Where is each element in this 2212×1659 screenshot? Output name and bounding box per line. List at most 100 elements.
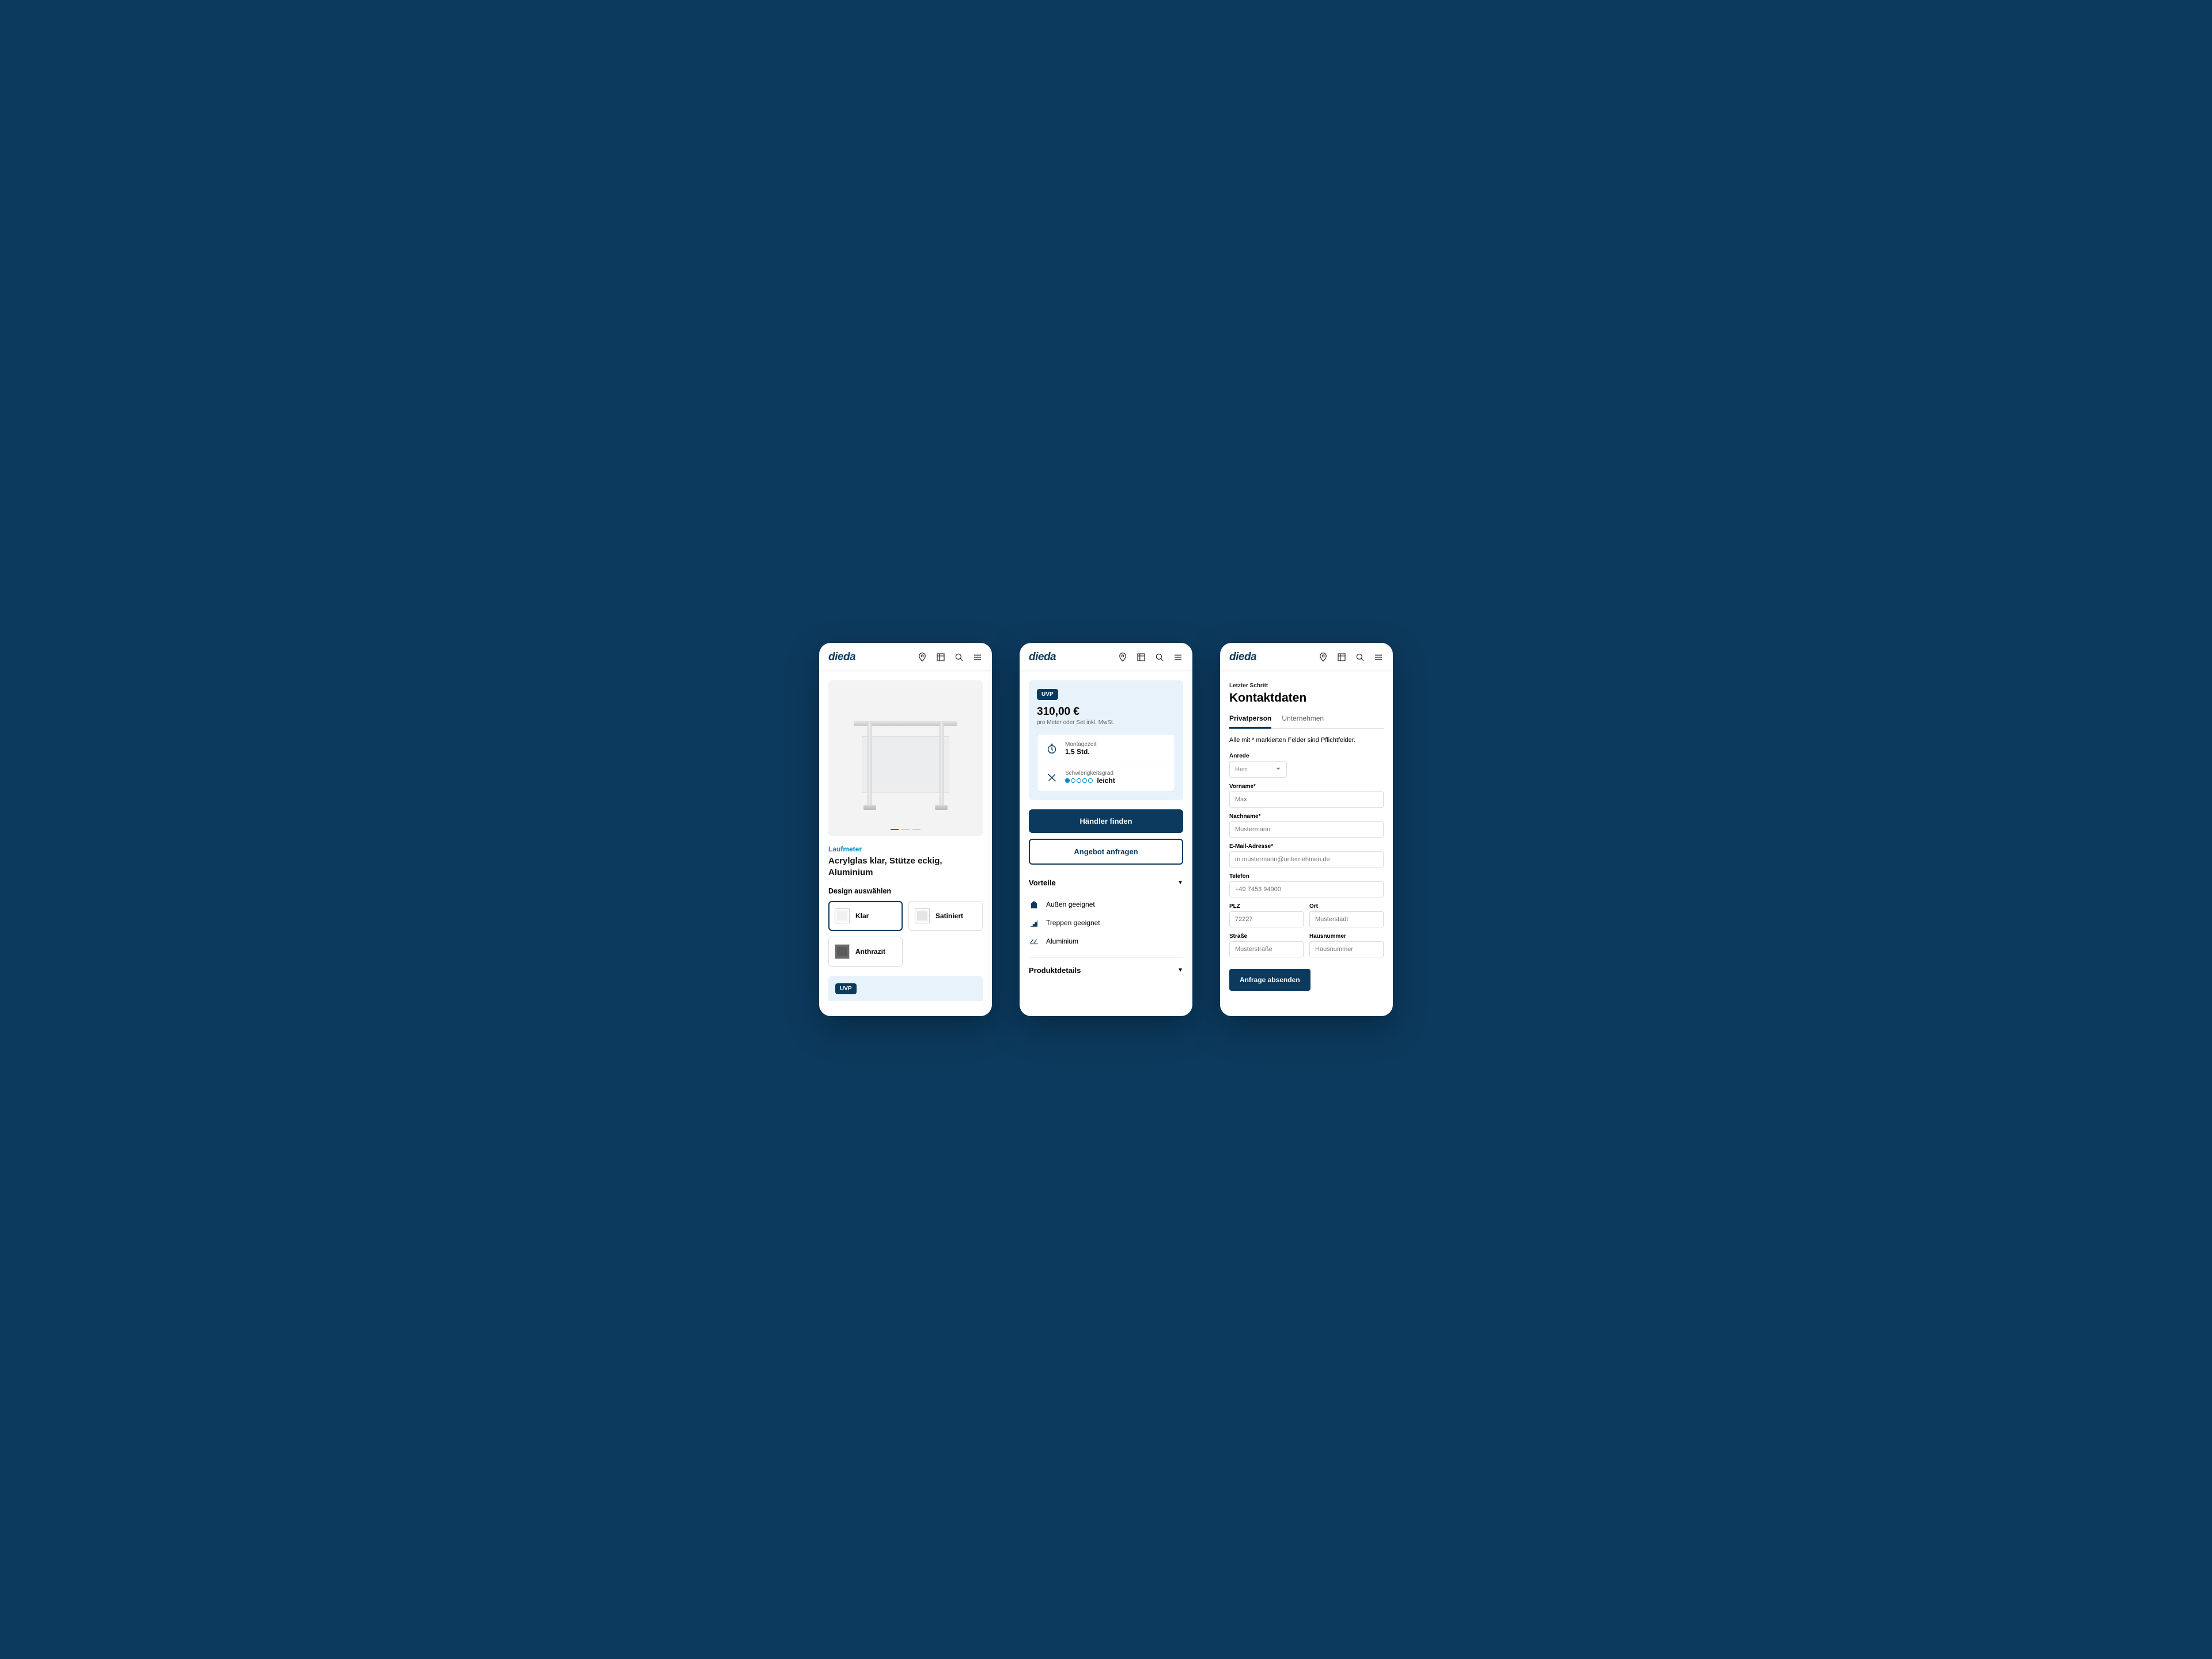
chevron-down-icon <box>1275 766 1281 773</box>
feature-label: Außen geeignet <box>1046 900 1095 908</box>
contact-content: Letzter Schritt Kontaktdaten Privatperso… <box>1220 671 1393 1016</box>
advantages-label: Vorteile <box>1029 878 1056 887</box>
difficulty-value: leicht <box>1065 777 1115 785</box>
swatch-klar-icon <box>835 908 850 923</box>
timer-icon <box>1046 743 1058 755</box>
field-label: Anrede <box>1229 753 1384 759</box>
product-details-toggle[interactable]: Produktdetails ▼ <box>1029 957 1183 983</box>
search-icon[interactable] <box>1154 652 1165 662</box>
brand-logo[interactable]: dieda <box>1229 651 1256 664</box>
brand-logo[interactable]: dieda <box>828 651 855 664</box>
zip-input[interactable] <box>1229 911 1304 927</box>
email-field: E-Mail-Adresse* <box>1229 843 1384 868</box>
assembly-value: 1,5 Std. <box>1065 748 1096 756</box>
field-label: E-Mail-Adresse* <box>1229 843 1384 850</box>
price-block: UVP 310,00 € pro Meter oder Set inkl. Mw… <box>1029 680 1183 800</box>
app-header: dieda <box>1020 643 1192 671</box>
phone-input[interactable] <box>1229 881 1384 897</box>
feature-item: Treppen geeignet <box>1029 914 1183 932</box>
design-option-satiniert[interactable]: Satiniert <box>908 901 983 931</box>
request-quote-button[interactable]: Angebot anfragen <box>1029 839 1183 865</box>
lastname-input[interactable] <box>1229 821 1384 838</box>
product-content: Laufmeter Acrylglas klar, Stütze eckig, … <box>819 671 992 1016</box>
firstname-field: Vorname* <box>1229 783 1384 808</box>
submit-button[interactable]: Anfrage absenden <box>1229 969 1310 991</box>
street-field: Straße <box>1229 933 1304 957</box>
material-icon <box>1029 936 1039 946</box>
price-value: 310,00 € <box>1037 706 1175 718</box>
firstname-input[interactable] <box>1229 791 1384 808</box>
header-icons <box>1118 652 1183 662</box>
tab-company[interactable]: Unternehmen <box>1282 714 1324 728</box>
page-heading: Kontaktdaten <box>1229 691 1384 705</box>
product-detail-screen: dieda Laufmeter Acrylglas klar, Stütze e… <box>819 643 992 1016</box>
menu-icon[interactable] <box>1373 652 1384 662</box>
info-content: UVP 310,00 € pro Meter oder Set inkl. Mw… <box>1020 671 1192 1016</box>
design-option-label: Anthrazit <box>855 948 885 956</box>
street-input[interactable] <box>1229 941 1304 957</box>
menu-icon[interactable] <box>972 652 983 662</box>
design-option-label: Klar <box>855 912 869 920</box>
location-icon[interactable] <box>917 652 927 662</box>
assembly-label: Montagezeit <box>1065 741 1096 748</box>
field-label: Telefon <box>1229 873 1384 880</box>
field-label: Hausnummer <box>1309 933 1384 940</box>
uvp-badge: UVP <box>835 983 857 994</box>
meta-box: Montagezeit 1,5 Std. Schwierigkeitsgrad … <box>1037 734 1175 792</box>
contact-form-screen: dieda Letzter Schritt Kontaktdaten Priva… <box>1220 643 1393 1016</box>
price-note: pro Meter oder Set inkl. MwSt. <box>1037 719 1175 726</box>
feature-item: Aluminium <box>1029 932 1183 950</box>
salutation-select[interactable]: Herr <box>1229 761 1287 778</box>
salutation-value: Herr <box>1235 766 1247 773</box>
field-label: PLZ <box>1229 903 1304 910</box>
uvp-section: UVP <box>828 976 983 1001</box>
swatch-satiniert-icon <box>915 908 930 923</box>
menu-icon[interactable] <box>1173 652 1183 662</box>
tools-icon <box>1046 771 1058 784</box>
design-option-anthrazit[interactable]: Anthrazit <box>828 937 903 967</box>
features-list: Außen geeignet Treppen geeignet Aluminiu… <box>1029 895 1183 957</box>
difficulty-label: Schwierigkeitsgrad <box>1065 770 1115 777</box>
search-icon[interactable] <box>1355 652 1365 662</box>
app-header: dieda <box>1220 643 1393 671</box>
configurator-icon[interactable] <box>935 652 946 662</box>
required-note: Alle mit * markierten Felder sind Pflich… <box>1229 737 1384 744</box>
assembly-row: Montagezeit 1,5 Std. <box>1037 734 1175 763</box>
field-label: Ort <box>1309 903 1384 910</box>
outdoor-icon <box>1029 899 1039 910</box>
advantages-toggle[interactable]: Vorteile ▼ <box>1029 870 1183 895</box>
chevron-down-icon: ▼ <box>1177 880 1183 886</box>
feature-label: Treppen geeignet <box>1046 919 1100 927</box>
housenumber-field: Hausnummer <box>1309 933 1384 957</box>
difficulty-dots-icon <box>1065 778 1093 783</box>
header-icons <box>1318 652 1384 662</box>
lastname-field: Nachname* <box>1229 813 1384 838</box>
feature-label: Aluminium <box>1046 937 1078 945</box>
app-header: dieda <box>819 643 992 671</box>
configurator-icon[interactable] <box>1336 652 1347 662</box>
header-icons <box>917 652 983 662</box>
search-icon[interactable] <box>954 652 964 662</box>
find-dealer-button[interactable]: Händler finden <box>1029 809 1183 833</box>
uvp-badge: UVP <box>1037 689 1058 700</box>
phone-field: Telefon <box>1229 873 1384 897</box>
location-icon[interactable] <box>1318 652 1328 662</box>
configurator-icon[interactable] <box>1136 652 1146 662</box>
accordion-section: Vorteile ▼ Außen geeignet Treppen geeign… <box>1020 870 1192 983</box>
field-label: Vorname* <box>1229 783 1384 790</box>
email-input[interactable] <box>1229 851 1384 868</box>
brand-logo[interactable]: dieda <box>1029 651 1056 664</box>
product-image[interactable] <box>828 680 983 836</box>
field-label: Nachname* <box>1229 813 1384 820</box>
design-option-label: Satiniert <box>935 912 963 920</box>
housenumber-input[interactable] <box>1309 941 1384 957</box>
stairs-icon <box>1029 918 1039 928</box>
tab-private[interactable]: Privatperson <box>1229 714 1271 729</box>
design-options: Klar Satiniert Anthrazit <box>819 901 992 967</box>
location-icon[interactable] <box>1118 652 1128 662</box>
design-option-klar[interactable]: Klar <box>828 901 903 931</box>
image-carousel-dots[interactable] <box>828 829 983 830</box>
field-label: Straße <box>1229 933 1304 940</box>
product-title: Acrylglas klar, Stütze eckig, Aluminium <box>819 853 992 887</box>
city-input[interactable] <box>1309 911 1384 927</box>
